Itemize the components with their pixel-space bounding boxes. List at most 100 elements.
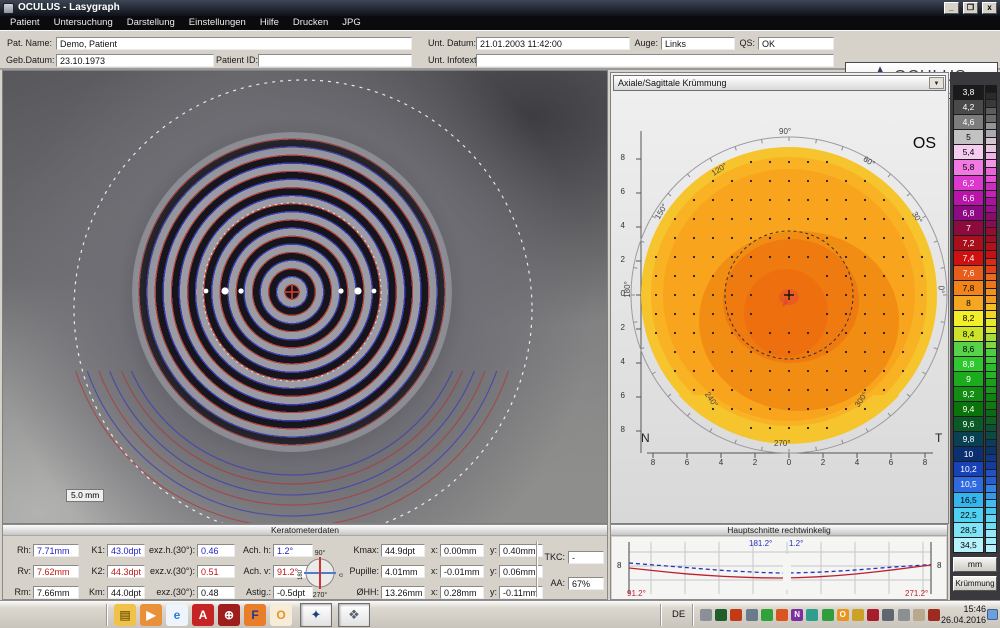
clock[interactable]: 15:46 26.04.2016 bbox=[941, 604, 986, 626]
tray-n-purple-icon[interactable]: N bbox=[791, 609, 803, 621]
menu-item-untersuchung[interactable]: Untersuchung bbox=[47, 16, 120, 30]
menu-item-hilfe[interactable]: Hilfe bbox=[253, 16, 286, 30]
keratometer-row: Pupille:4.01mmx:-0.01mmy:0.06mm bbox=[345, 565, 546, 578]
divider bbox=[536, 541, 538, 597]
unit-mm-button[interactable]: mm bbox=[953, 557, 997, 572]
window-title: OCULUS - Lasygraph bbox=[18, 0, 940, 16]
tray-lens-red-icon[interactable] bbox=[867, 609, 879, 621]
language-indicator[interactable]: DE bbox=[668, 608, 689, 621]
network-globe-icon[interactable]: ⊕ bbox=[218, 604, 240, 626]
tray-globe-teal-icon[interactable] bbox=[806, 609, 818, 621]
eye-field[interactable]: Links bbox=[661, 37, 735, 50]
show-desktop-button[interactable] bbox=[987, 609, 998, 620]
chevron-down-icon[interactable]: ▼ bbox=[929, 77, 944, 89]
color-scale-entry: 3,8 bbox=[953, 85, 998, 100]
clock-time: 15:46 bbox=[941, 604, 986, 615]
color-scale-gradient-steps bbox=[985, 236, 997, 251]
color-scale-gradient-steps bbox=[985, 100, 997, 115]
kerato-value-field[interactable]: 13.26mm bbox=[381, 586, 425, 599]
kerato-value-field[interactable]: 0.00mm bbox=[440, 544, 484, 557]
tray-badge-gold-icon[interactable] bbox=[852, 609, 864, 621]
kerato-value-field[interactable]: 0.46 bbox=[197, 544, 235, 557]
tray-pen-icon[interactable] bbox=[882, 609, 894, 621]
kerato-value-field[interactable]: 44.3dpt bbox=[107, 565, 145, 578]
color-scale-entry: 7,6 bbox=[953, 266, 998, 281]
topography-panel: Axiale/Sagittale Krümmung ▼ bbox=[610, 72, 949, 524]
tray-update-icon[interactable] bbox=[761, 609, 773, 621]
acrobat-reader-icon[interactable]: A bbox=[192, 604, 214, 626]
color-scale-entry: 34,5 bbox=[953, 538, 998, 553]
exam-date-field[interactable]: 21.01.2003 11:42:00 bbox=[476, 37, 630, 50]
color-scale-value: 9,2 bbox=[953, 387, 984, 402]
kerato-value-field[interactable]: 7.71mm bbox=[33, 544, 79, 557]
restore-button[interactable]: ❐ bbox=[963, 2, 978, 14]
color-scale-entry: 8,2 bbox=[953, 311, 998, 326]
kerato-value-field[interactable]: 7.66mm bbox=[33, 586, 79, 599]
kerato-value-field[interactable]: 44.0dpt bbox=[107, 586, 145, 599]
tray-printer-icon[interactable] bbox=[898, 609, 910, 621]
color-scale-gradient-steps bbox=[985, 447, 997, 462]
v-axis-tick: 2 bbox=[613, 255, 625, 264]
color-scale-entry: 8,4 bbox=[953, 327, 998, 342]
tkc-field[interactable]: - bbox=[568, 551, 604, 564]
menu-item-patient[interactable]: Patient bbox=[3, 16, 47, 30]
color-scale-entry: 9,4 bbox=[953, 402, 998, 417]
infotext-field[interactable] bbox=[476, 54, 834, 67]
tray-shield-green-icon[interactable] bbox=[715, 609, 727, 621]
kerato-value-field[interactable]: 7.62mm bbox=[33, 565, 79, 578]
color-scale-entry: 22,5 bbox=[953, 508, 998, 523]
qs-field[interactable]: OK bbox=[758, 37, 834, 50]
outlook-icon[interactable]: O bbox=[270, 604, 292, 626]
menu-item-jpg[interactable]: JPG bbox=[335, 16, 367, 30]
tray-sync-green-icon[interactable] bbox=[822, 609, 834, 621]
close-button[interactable]: x bbox=[982, 2, 997, 14]
tray-clipboard-icon[interactable] bbox=[913, 609, 925, 621]
camera-app-button[interactable]: ❖ bbox=[338, 603, 370, 627]
oculus-app-button[interactable]: ✦ bbox=[300, 603, 332, 627]
tray-pointer-icon[interactable] bbox=[700, 609, 712, 621]
tray-k-red-icon[interactable] bbox=[776, 609, 788, 621]
menu-item-darstellung[interactable]: Darstellung bbox=[120, 16, 182, 30]
patient-name-field[interactable]: Demo, Patient bbox=[56, 37, 412, 50]
tray-o-orange-icon[interactable]: O bbox=[837, 609, 849, 621]
h-axis-tick: 2 bbox=[817, 458, 829, 467]
taskbar-separator bbox=[106, 604, 108, 626]
explorer-icon[interactable]: ▤ bbox=[114, 604, 136, 626]
kerato-value-field[interactable]: 43.0dpt bbox=[107, 544, 145, 557]
color-scale-gradient-steps bbox=[985, 115, 997, 130]
kruemmung-button[interactable]: Krümmung bbox=[953, 576, 997, 591]
kerato-value-field[interactable]: 4.01mm bbox=[381, 565, 425, 578]
menu-item-einstellungen[interactable]: Einstellungen bbox=[182, 16, 253, 30]
color-scale-gradient-steps bbox=[985, 85, 997, 100]
color-scale-value: 7 bbox=[953, 221, 984, 236]
kerato-value-field[interactable]: 44.9dpt bbox=[381, 544, 425, 557]
color-scale-entry: 16,5 bbox=[953, 493, 998, 508]
color-scale-gradient-steps bbox=[985, 357, 997, 372]
keratometer-row: Rm:7.66mmKm:44.0dptexz.(30°):0.48Astig.:… bbox=[7, 586, 317, 599]
internet-explorer-icon[interactable]: e bbox=[166, 604, 188, 626]
media-player-icon[interactable]: ▶ bbox=[140, 604, 162, 626]
tray-display-icon[interactable] bbox=[746, 609, 758, 621]
kerato-label: y: bbox=[487, 544, 497, 557]
keratometer-panel: Keratometerdaten Rh:7.71mmK1:43.0dptexz.… bbox=[2, 524, 608, 600]
menu-item-drucken[interactable]: Drucken bbox=[286, 16, 335, 30]
tray-phone-red-icon[interactable] bbox=[928, 609, 940, 621]
kerato-value-field[interactable]: -0.01mm bbox=[440, 565, 484, 578]
dob-field[interactable]: 23.10.1973 bbox=[56, 54, 214, 67]
color-scale-value: 10,2 bbox=[953, 462, 984, 477]
y-axis-left: 8 bbox=[617, 561, 621, 570]
kerato-value-field[interactable]: 0.48 bbox=[197, 586, 235, 599]
patient-id-field[interactable] bbox=[258, 54, 412, 67]
minimize-button[interactable]: _ bbox=[944, 2, 959, 14]
hauptschnitte-panel: Hauptschnitte rechtwinkelig 181.2° 1.2° … bbox=[610, 524, 948, 600]
color-scale-gradient-steps bbox=[985, 191, 997, 206]
kerato-value-field[interactable]: 0.51 bbox=[197, 565, 235, 578]
h-axis-tick: 2 bbox=[749, 458, 761, 467]
firefox-icon[interactable]: F bbox=[244, 604, 266, 626]
kerato-label: x: bbox=[428, 586, 438, 599]
v-axis-tick: 6 bbox=[613, 391, 625, 400]
tray-film-icon[interactable] bbox=[730, 609, 742, 621]
map-type-dropdown[interactable]: Axiale/Sagittale Krümmung ▼ bbox=[613, 75, 946, 91]
aa-field[interactable]: 67% bbox=[568, 577, 604, 590]
kerato-value-field[interactable]: 0.28mm bbox=[440, 586, 484, 599]
